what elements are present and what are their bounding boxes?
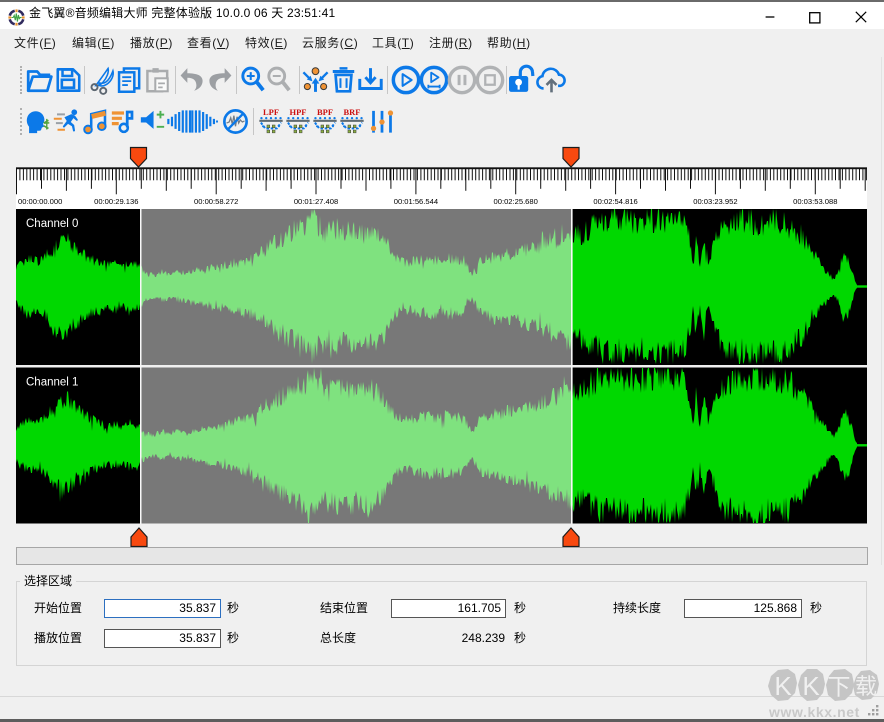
svg-text:Channel 0: Channel 0 [26,218,78,230]
svg-text:00:02:54.816: 00:02:54.816 [593,197,637,206]
svg-text:下: 下 [828,674,851,700]
svg-text:K: K [802,671,820,701]
svg-text:00:00:58.272: 00:00:58.272 [194,197,238,206]
svg-text:00:00:00.000: 00:00:00.000 [18,197,62,206]
svg-text:Channel 1: Channel 1 [26,377,78,389]
svg-text:00:00:29.136: 00:00:29.136 [94,197,138,206]
svg-text:00:02:25.680: 00:02:25.680 [494,197,538,206]
svg-text:00:03:53.088: 00:03:53.088 [793,197,837,206]
svg-text:HPF: HPF [290,107,307,117]
svg-text:K: K [774,671,792,701]
svg-text:00:03:23.952: 00:03:23.952 [693,197,737,206]
svg-text:BRF: BRF [344,107,361,117]
svg-text:LPF: LPF [263,107,279,117]
svg-text:00:01:56.544: 00:01:56.544 [394,197,438,206]
svg-text:BPF: BPF [317,107,333,117]
svg-text:载: 载 [855,674,877,699]
svg-text:00:01:27.408: 00:01:27.408 [294,197,338,206]
